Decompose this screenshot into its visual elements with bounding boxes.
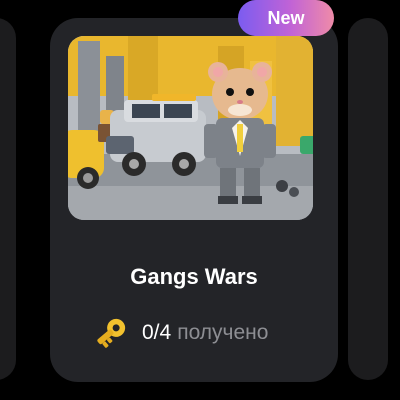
keys-progress: 0/4 получено [90, 316, 268, 350]
toy-scene-illustration [68, 36, 313, 220]
new-badge: New [238, 0, 334, 36]
next-card-edge[interactable] [348, 18, 388, 380]
key-icon [97, 318, 126, 348]
progress-count: 0/4 [142, 321, 172, 344]
game-card[interactable]: Gangs Wars 0/4 получено [50, 18, 338, 382]
previous-card-edge[interactable] [0, 18, 16, 380]
game-thumbnail-image [68, 36, 313, 220]
game-card-screen: New Gangs Wars 0/4 получено [0, 0, 400, 400]
game-title: Gangs Wars [130, 264, 258, 289]
progress-status-label: получено [177, 321, 269, 344]
